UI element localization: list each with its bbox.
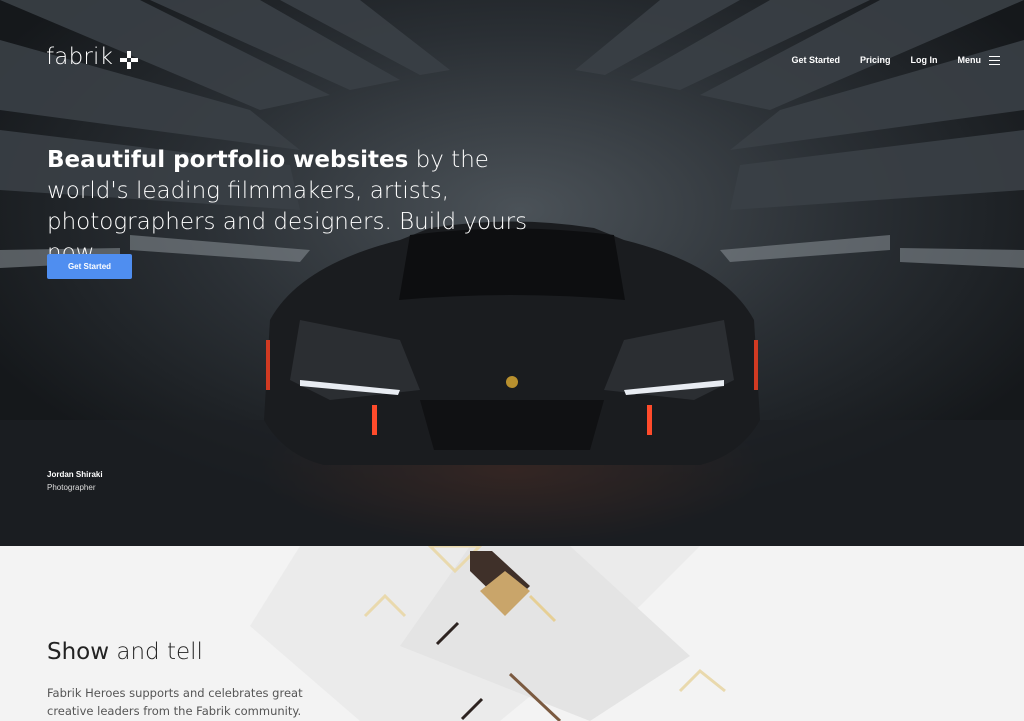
hero-section: fabrik Get Started Pricing Log In Menu B… [0,0,1024,546]
section-title: Show and tell [47,639,203,665]
nav-get-started-link[interactable]: Get Started [791,55,840,65]
photo-credit-name[interactable]: Jordan Shiraki [47,470,103,479]
main-nav: Get Started Pricing Log In Menu [771,55,1000,65]
top-navigation: fabrik Get Started Pricing Log In Menu [0,0,1024,120]
menu-button[interactable]: Menu [957,55,1000,65]
fabrik-cross-icon[interactable] [120,51,138,69]
menu-label: Menu [957,55,982,65]
get-started-button[interactable]: Get Started [47,254,132,279]
nav-pricing-link[interactable]: Pricing [860,55,891,65]
hero-headline: Beautiful portfolio websites by the worl… [47,145,547,269]
logo-text[interactable]: fabrik [46,44,113,70]
photo-credit-role: Photographer [47,483,96,492]
nav-log-in-link[interactable]: Log In [911,55,938,65]
section-title-rest: and tell [109,639,203,665]
section-description: Fabrik Heroes supports and celebrates gr… [47,686,303,718]
section-title-bold: Show [47,639,110,665]
hero-headline-bold: Beautiful portfolio websites [47,147,409,173]
show-and-tell-section: Show and tell Fabrik Heroes supports and… [0,546,1024,721]
hamburger-icon [989,55,1000,65]
